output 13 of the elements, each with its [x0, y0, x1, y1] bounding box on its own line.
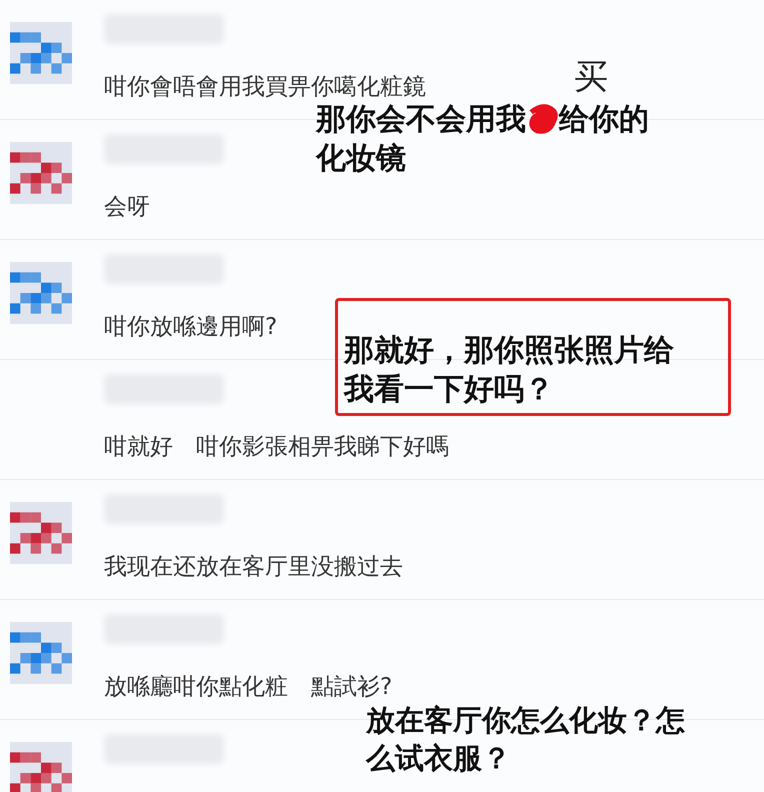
message-text: 咁你放喺邊用啊? [104, 313, 278, 342]
annotation-text: 那你会不会用我 [316, 101, 526, 139]
message-text: 会呀 [104, 193, 150, 222]
annotation-text: 给你的 [559, 101, 649, 139]
message-text: 我现在还放在客厅里没搬过去 [104, 553, 403, 582]
message-text: 放喺廳咁你點化粧 點試衫? [104, 673, 392, 702]
correction-text: 买 [574, 56, 608, 99]
message-text: 咁就好 咁你影張相畀我睇下好嗎 [104, 433, 449, 462]
annotation-text: 那就好，那你照张照片给我看一下好吗？ [344, 333, 674, 407]
annotation-text: 放在客厅你怎么化妆？怎么试衣服？ [366, 702, 686, 777]
scribble-icon [527, 104, 558, 135]
annotation-text: 化妆镜 [316, 140, 406, 178]
message-text: 咁你會唔會用我買畀你噶化粧鏡 [104, 73, 426, 102]
